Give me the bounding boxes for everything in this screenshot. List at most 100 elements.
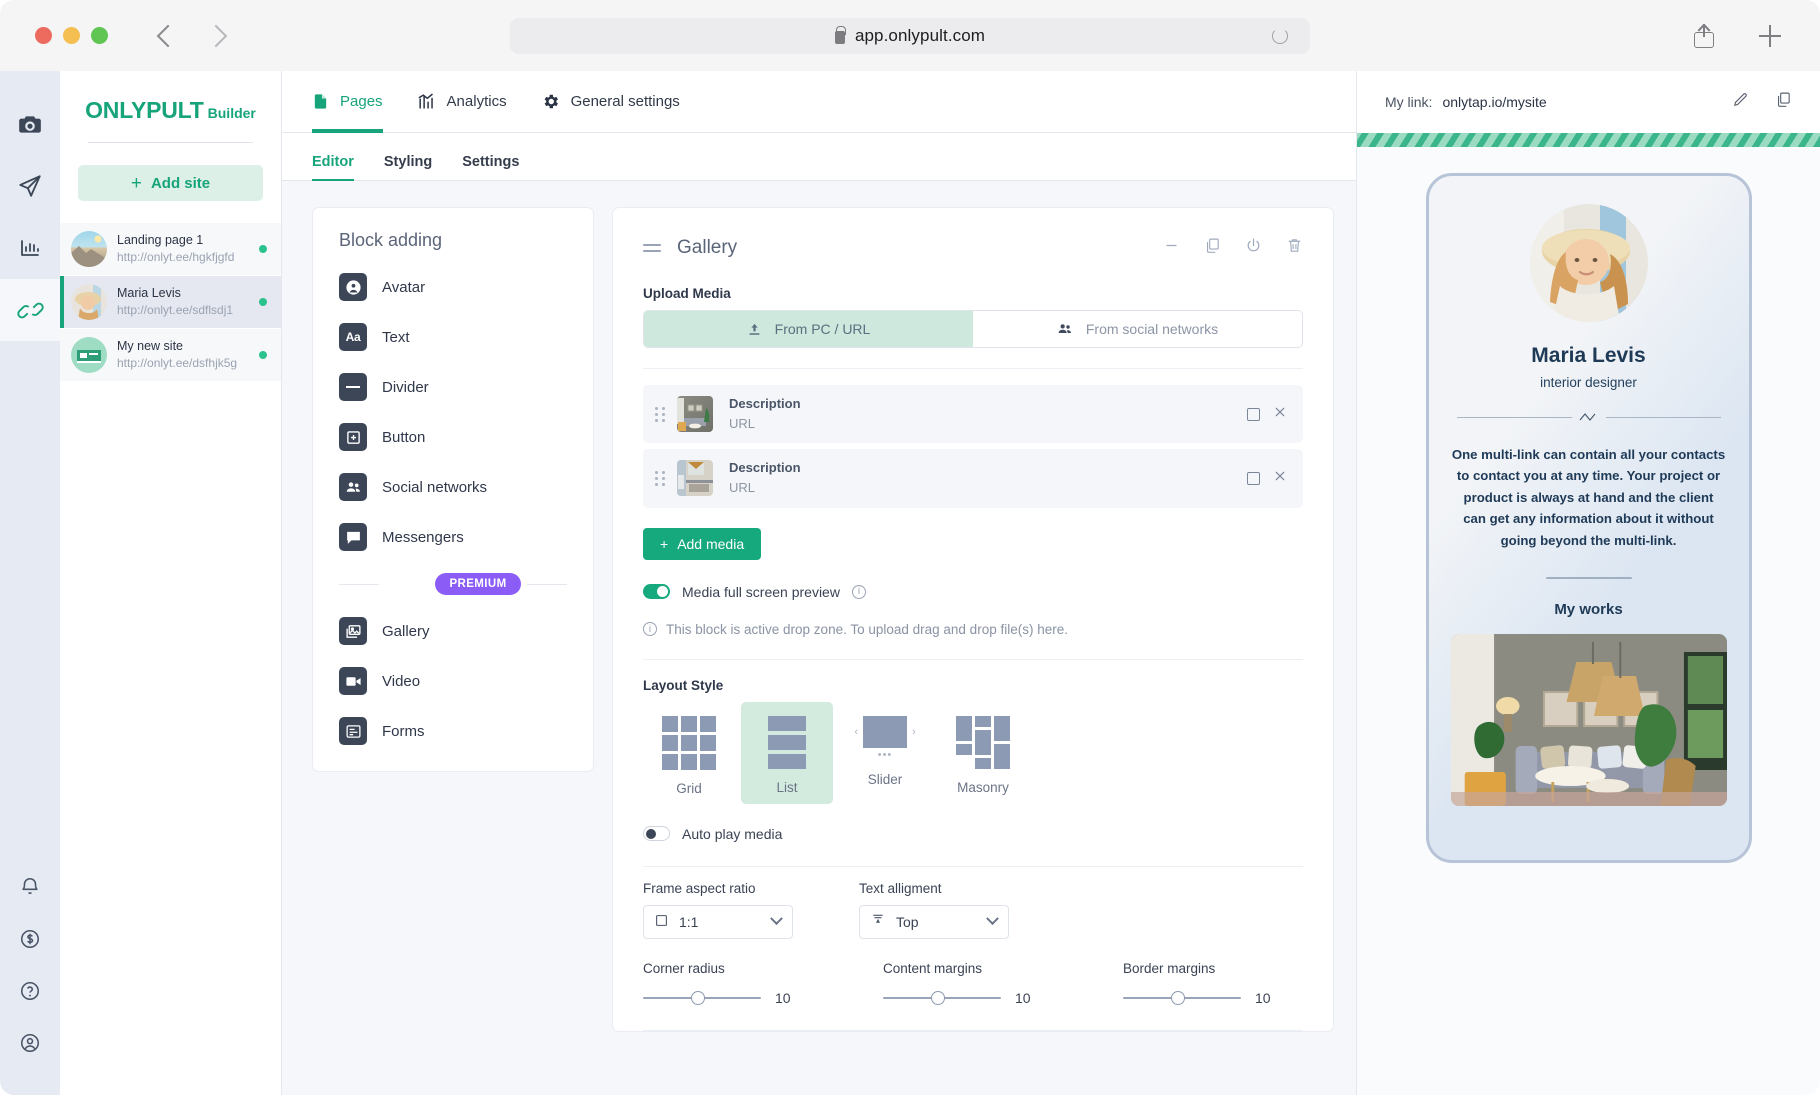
block-item-video[interactable]: Video [339, 667, 567, 695]
layout-option-list[interactable]: List [741, 701, 833, 804]
media-thumbnail [677, 396, 713, 433]
back-icon[interactable] [156, 24, 180, 47]
grid-layout-icon [662, 715, 716, 770]
slider-knob[interactable] [931, 990, 945, 1005]
border-margins-slider[interactable] [1123, 990, 1241, 1005]
media-url[interactable]: URL [729, 414, 1247, 434]
rail-item-notifications[interactable] [0, 861, 60, 913]
forward-icon[interactable] [204, 24, 228, 47]
maximize-window-button[interactable] [91, 27, 108, 44]
preview-avatar [1529, 204, 1648, 322]
drop-zone-text: This block is active drop zone. To uploa… [666, 621, 1068, 637]
slider-knob[interactable] [1171, 990, 1185, 1005]
layout-option-grid[interactable]: Grid [643, 702, 735, 804]
auto-play-toggle[interactable] [643, 826, 670, 842]
slider-knob[interactable] [691, 990, 705, 1005]
layout-option-masonry[interactable]: Masonry [937, 702, 1029, 804]
block-item-forms[interactable]: Forms [339, 717, 567, 745]
remove-icon[interactable] [1273, 405, 1287, 424]
rail-item-links[interactable] [0, 279, 60, 341]
minimize-window-button[interactable] [63, 27, 80, 44]
media-description[interactable]: Description [729, 394, 1247, 414]
block-item-gallery[interactable]: Gallery [339, 617, 567, 645]
delete-icon[interactable] [1286, 237, 1303, 259]
block-item-button[interactable]: Button [339, 423, 567, 451]
preview-works-image [1450, 633, 1727, 806]
block-item-label: Video [382, 672, 421, 690]
site-item-maria-levis[interactable]: Maria Levis http://onlyt.ee/sdflsdj1 [60, 276, 281, 329]
brand-subtitle: Builder [207, 105, 256, 121]
share-icon[interactable] [1694, 23, 1714, 48]
text-aa-icon: Aa [339, 323, 367, 351]
rail-item-account[interactable] [0, 1017, 60, 1069]
info-icon[interactable]: i [851, 584, 866, 599]
site-url: http://onlyt.ee/dsfhjk5g [117, 356, 238, 371]
rail-item-billing[interactable] [0, 913, 60, 965]
tab-analytics-label: Analytics [446, 93, 507, 110]
text-alignment-select[interactable]: Top [859, 904, 1009, 939]
field-label: Frame aspect ratio [643, 880, 756, 896]
block-item-text[interactable]: Aa Text [339, 323, 567, 351]
rail-item-help[interactable] [0, 965, 60, 1017]
subtab-styling[interactable]: Styling [384, 154, 432, 180]
minimize-icon[interactable] [1163, 237, 1180, 259]
media-description[interactable]: Description [729, 458, 1247, 478]
pencil-icon[interactable] [1732, 91, 1749, 113]
subtab-editor[interactable]: Editor [312, 154, 354, 181]
close-window-button[interactable] [35, 27, 52, 44]
corner-radius-slider[interactable] [643, 990, 761, 1005]
remove-icon[interactable] [1273, 469, 1287, 488]
app-root: ONLYPULT Builder + Add site Landing page … [0, 71, 1820, 1095]
divider [643, 658, 1303, 660]
reload-icon[interactable] [1272, 27, 1288, 44]
media-row[interactable]: Description URL [643, 449, 1303, 508]
toggle-label: Media full screen preview [682, 583, 840, 600]
chart-icon [418, 93, 433, 109]
rail-item-instagram[interactable] [0, 93, 60, 155]
site-item-landing-page-1[interactable]: Landing page 1 http://onlyt.ee/hgkfjgfd [60, 223, 281, 276]
media-fullscreen-toggle[interactable] [643, 584, 670, 600]
drag-dots-icon[interactable] [655, 470, 665, 486]
block-item-messengers[interactable]: Messengers [339, 523, 567, 551]
media-thumbnail [677, 460, 713, 497]
rail-item-send[interactable] [0, 155, 60, 217]
power-icon[interactable] [1245, 237, 1262, 259]
crop-icon[interactable] [1247, 407, 1260, 421]
people-icon [339, 473, 367, 501]
tab-analytics[interactable]: Analytics [417, 71, 507, 133]
block-item-label: Messengers [382, 528, 464, 546]
media-url[interactable]: URL [729, 478, 1247, 498]
layout-style-options: Grid List ‹ › ••• Slider Masonry [643, 701, 1303, 804]
drag-handle-icon[interactable] [643, 240, 661, 256]
subtab-settings[interactable]: Settings [462, 154, 519, 180]
content-margins-slider[interactable] [883, 990, 1001, 1005]
add-media-button[interactable]: + Add media [643, 527, 762, 560]
layout-option-slider[interactable]: ‹ › ••• Slider [839, 702, 931, 804]
sub-tabs: Editor Styling Settings [282, 133, 1356, 181]
block-item-avatar[interactable]: Avatar [339, 273, 567, 301]
address-bar[interactable]: app.onlypult.com [510, 17, 1310, 54]
site-item-my-new-site[interactable]: My new site http://onlyt.ee/dsfhjk5g [60, 329, 281, 382]
frame-aspect-ratio-select[interactable]: 1:1 [643, 904, 793, 939]
tab-from-pc-url[interactable]: From PC / URL [644, 311, 973, 347]
add-site-button[interactable]: + Add site [78, 165, 263, 201]
tab-from-social-networks[interactable]: From social networks [973, 311, 1302, 347]
copy-icon[interactable] [1775, 91, 1792, 113]
rail-item-analytics[interactable] [0, 217, 60, 279]
fullscreen-preview-row: Media full screen preview i [643, 584, 1303, 600]
media-row[interactable]: Description URL [643, 385, 1303, 444]
duplicate-icon[interactable] [1204, 237, 1221, 259]
tab-general-settings[interactable]: General settings [541, 71, 680, 133]
gallery-card-actions [1163, 237, 1303, 259]
avatar-icon [339, 273, 367, 301]
block-item-social-networks[interactable]: Social networks [339, 473, 567, 501]
tab-pages[interactable]: Pages [312, 71, 383, 133]
block-item-label: Avatar [382, 278, 426, 296]
block-item-divider[interactable]: Divider [339, 373, 567, 401]
rail-bottom-group [0, 861, 60, 1095]
drag-dots-icon[interactable] [655, 406, 665, 422]
layout-style-label: Layout Style [643, 677, 724, 693]
crop-icon[interactable] [1247, 471, 1260, 485]
status-badge [259, 351, 267, 359]
new-tab-icon[interactable] [1758, 24, 1782, 48]
